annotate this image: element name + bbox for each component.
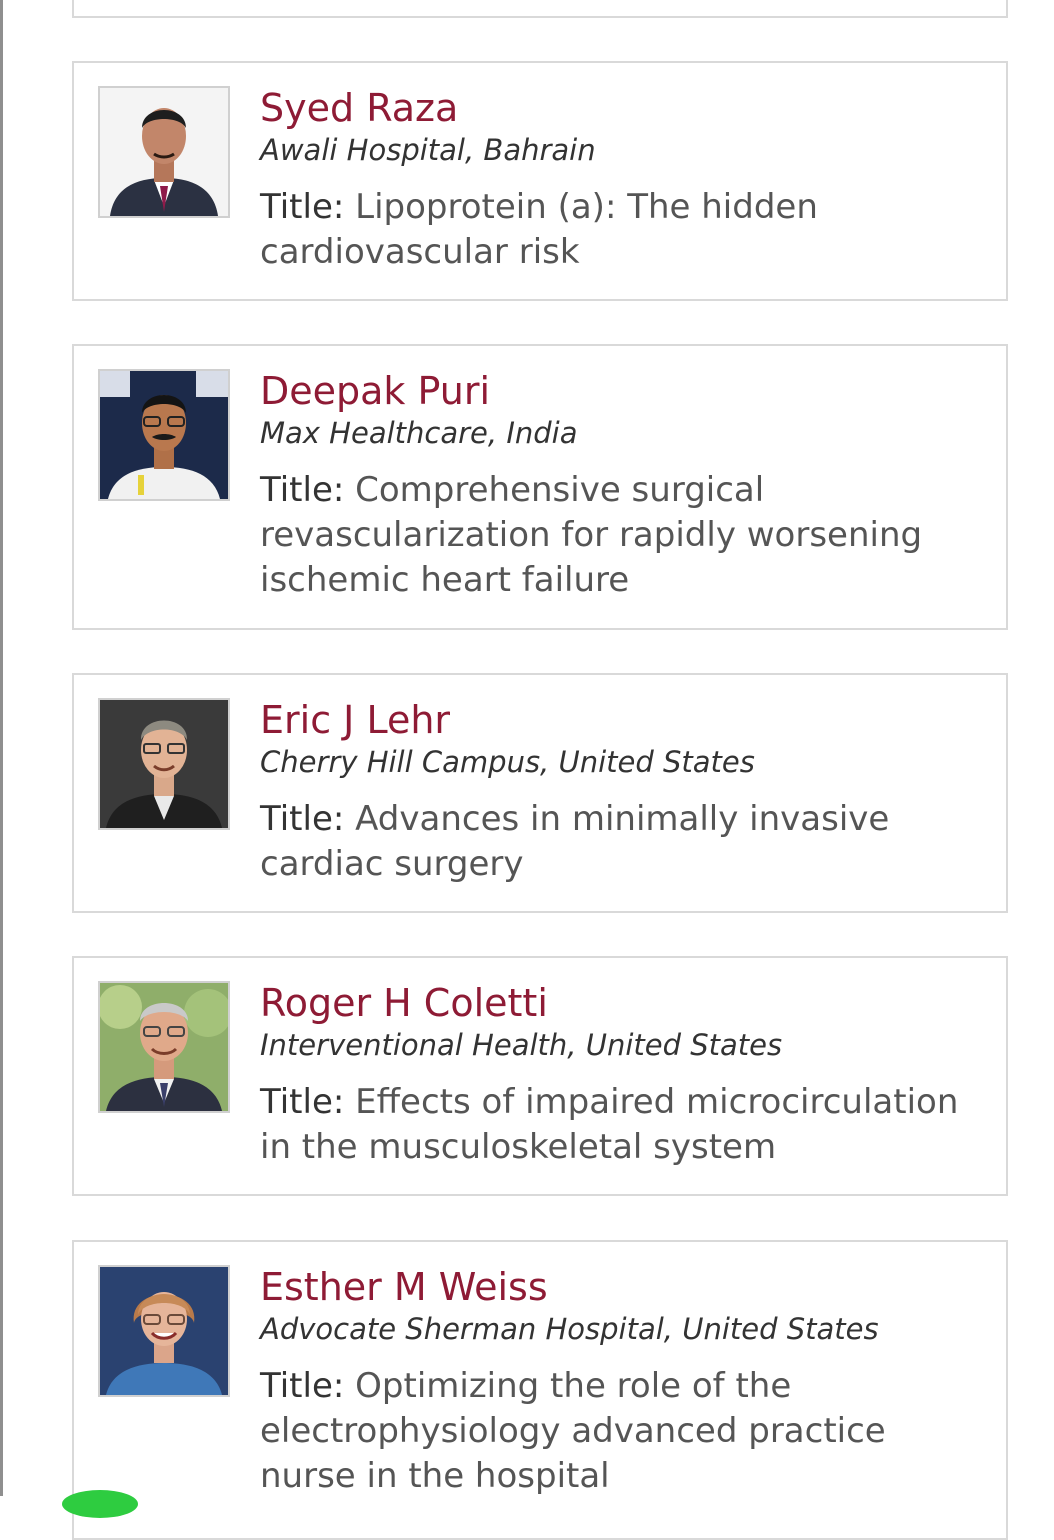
speaker-affiliation: Max Healthcare, India [260,416,578,450]
speaker-affiliation: Interventional Health, United States [260,1028,783,1062]
talk-title: Title: Optimizing the role of the electr… [260,1364,986,1499]
scroll-edge [0,0,3,1496]
speaker-card[interactable]: Esther M Weiss Advocate Sherman Hospital… [72,1240,1008,1540]
speaker-name[interactable]: Eric J Lehr [260,695,986,745]
speaker-name[interactable]: Esther M Weiss [260,1262,986,1312]
talk-title: Title: Effects of impaired microcirculat… [260,1080,986,1170]
talk-title-label: Title: [260,1366,345,1406]
talk-title-text: Lipoprotein (a): The hidden cardiovascul… [260,187,818,272]
speaker-card-partial [72,0,1008,18]
speaker-card[interactable]: Eric J Lehr Cherry Hill Campus, United S… [72,673,1008,913]
portrait-icon [100,88,228,216]
talk-title-text: Advances in minimally invasive cardiac s… [260,799,890,884]
portrait-icon [100,983,228,1111]
speaker-photo [98,698,230,830]
speaker-affiliation: Advocate Sherman Hospital, United States [260,1312,879,1346]
speaker-photo [98,981,230,1113]
floating-chat-button[interactable] [62,1490,138,1518]
speaker-photo [98,1265,230,1397]
talk-title-text: Optimizing the role of the electrophysio… [260,1366,886,1496]
talk-title-text: Comprehensive surgical revascularization… [260,470,923,600]
talk-title: Title: Advances in minimally invasive ca… [260,797,986,887]
speaker-photo [98,369,230,501]
portrait-icon [100,700,228,828]
speaker-name[interactable]: Syed Raza [260,83,986,133]
talk-title-label: Title: [260,1082,345,1122]
talk-title-text: Effects of impaired microcirculation in … [260,1082,959,1167]
speaker-name[interactable]: Deepak Puri [260,366,986,416]
talk-title-label: Title: [260,799,345,839]
talk-title: Title: Lipoprotein (a): The hidden cardi… [260,185,986,275]
speaker-affiliation: Cherry Hill Campus, United States [260,745,755,779]
speaker-card[interactable]: Deepak Puri Max Healthcare, India Title:… [72,344,1008,630]
speaker-card[interactable]: Roger H Coletti Interventional Health, U… [72,956,1008,1196]
speaker-photo [98,86,230,218]
speaker-affiliation: Awali Hospital, Bahrain [260,133,596,167]
talk-title: Title: Comprehensive surgical revascular… [260,468,986,603]
talk-title-label: Title: [260,187,345,227]
speaker-name[interactable]: Roger H Coletti [260,978,986,1028]
portrait-icon [100,371,228,499]
talk-title-label: Title: [260,470,345,510]
portrait-icon [100,1267,228,1395]
speaker-card[interactable]: Syed Raza Awali Hospital, Bahrain Title:… [72,61,1008,301]
